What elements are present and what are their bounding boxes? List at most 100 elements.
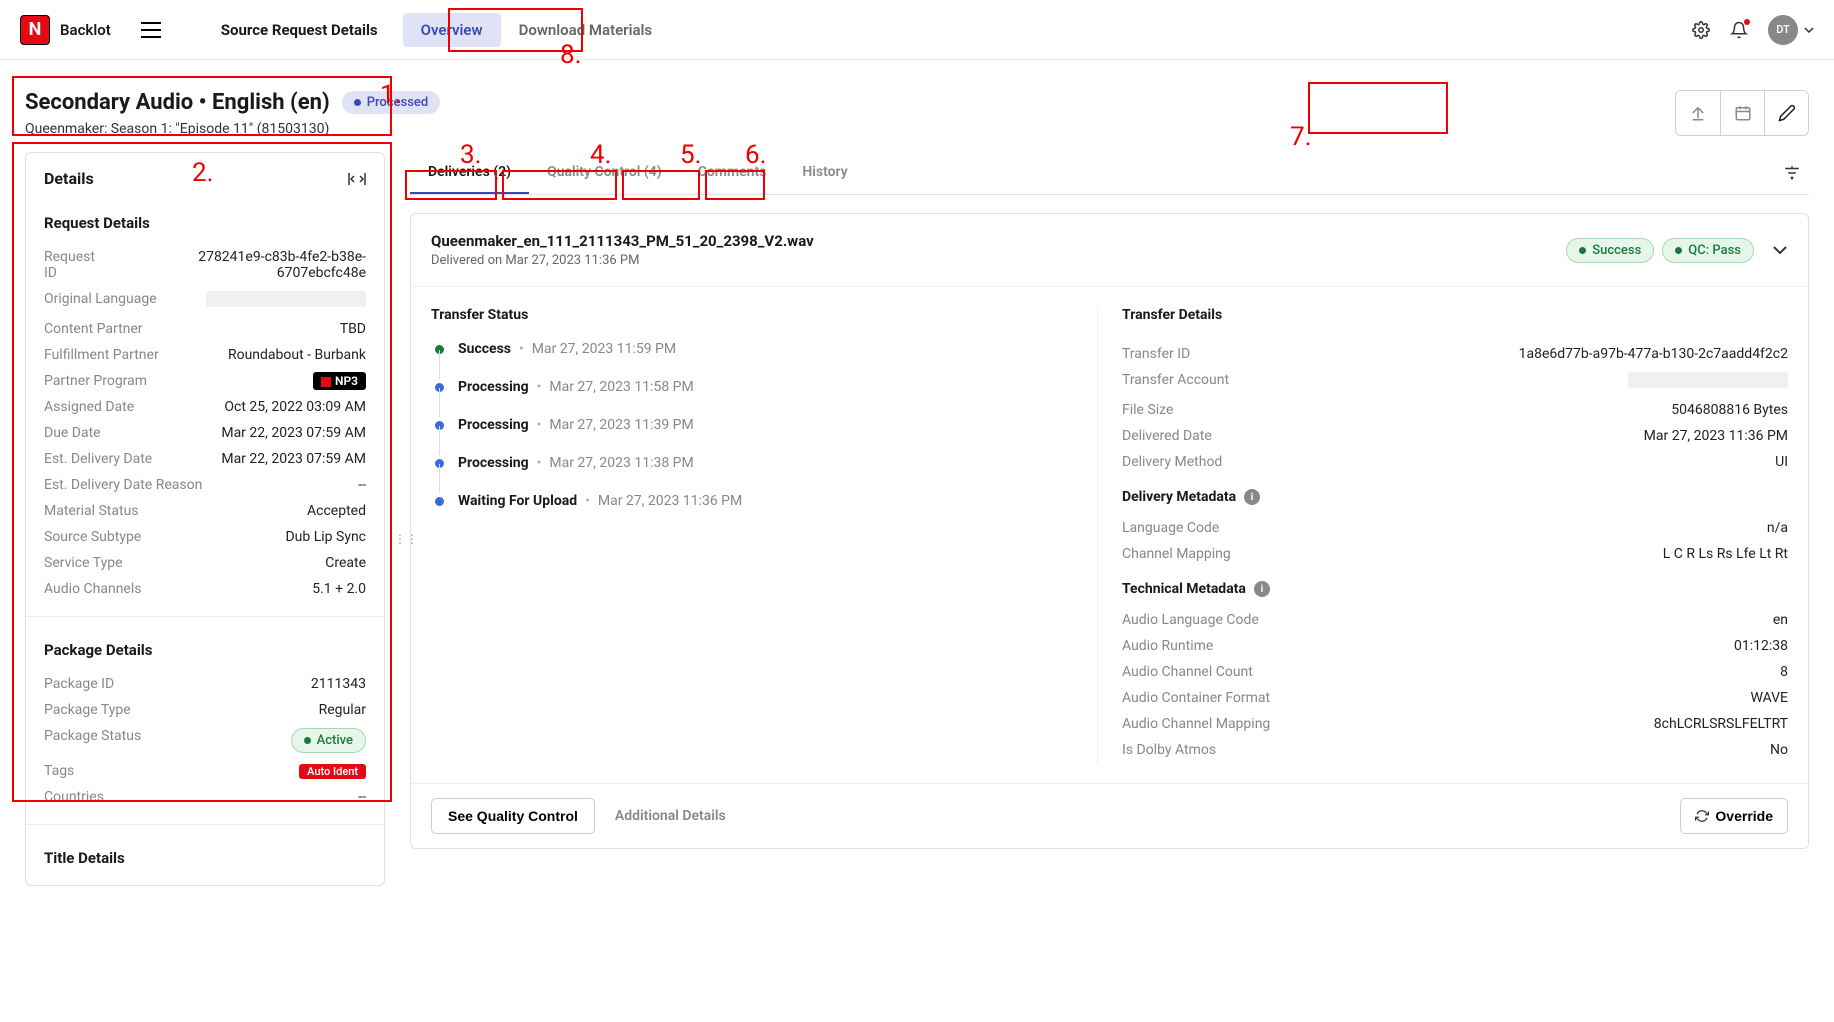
status-label: Success <box>1592 243 1641 258</box>
page-subtitle: Queenmaker: Season 1: "Episode 11" (8150… <box>25 121 440 137</box>
detail-label: Package Status <box>44 728 141 753</box>
content-area: ⋮⋮ Deliveries (2) Quality Control (4) Co… <box>410 152 1809 886</box>
detail-value: Auto Ident <box>299 763 366 779</box>
metadata-row: Audio Runtime 01:12:38 <box>1122 633 1788 659</box>
detail-row: Content PartnerTBD <box>26 316 384 342</box>
info-icon[interactable]: i <box>1244 489 1260 505</box>
delivery-metadata-heading: Delivery Metadata i <box>1122 489 1788 505</box>
metadata-value: WAVE <box>1750 690 1788 706</box>
detail-row: Fulfillment Partner Roundabout - Burbank <box>26 342 384 368</box>
detail-label: Source Subtype <box>44 529 141 545</box>
metadata-row: Audio Channel Count 8 <box>1122 659 1788 685</box>
timeline-date: Mar 27, 2023 11:58 PM <box>549 379 693 395</box>
detail-label: Fulfillment Partner <box>44 347 159 363</box>
detail-row: Request ID278241e9-c83b-4fe2-b38e-6707eb… <box>26 244 384 286</box>
user-menu[interactable]: DT <box>1768 15 1814 45</box>
detail-value: Active <box>291 728 366 753</box>
metadata-row: Audio Channel Mapping 8chLCRLSRSLFELTRT <box>1122 711 1788 737</box>
timeline-date: Mar 27, 2023 11:59 PM <box>532 341 676 357</box>
redacted-value <box>1628 372 1788 388</box>
delivery-delivered-on: Delivered on Mar 27, 2023 11:36 PM <box>431 253 1566 268</box>
metadata-label: Delivered Date <box>1122 428 1212 444</box>
metadata-row: Transfer ID1a8e6d77b-a97b-477a-b130-2c7a… <box>1122 341 1788 367</box>
metadata-value: 8 <box>1780 664 1788 680</box>
transfer-details-heading: Transfer Details <box>1122 307 1788 323</box>
detail-row: Due Date Mar 22, 2023 07:59 AM <box>26 420 384 446</box>
detail-label: Countries <box>44 789 104 805</box>
refresh-icon <box>1695 809 1709 823</box>
tab-deliveries[interactable]: Deliveries (2) <box>410 152 529 194</box>
see-qc-button[interactable]: See Quality Control <box>431 798 595 834</box>
menu-icon[interactable] <box>141 22 161 38</box>
delivery-header: Queenmaker_en_111_2111343_PM_51_20_2398_… <box>411 214 1808 287</box>
metadata-value: 01:12:38 <box>1734 638 1788 654</box>
tab-download-materials[interactable]: Download Materials <box>501 13 671 47</box>
detail-value: Regular <box>319 702 366 718</box>
detail-value: Mar 22, 2023 07:59 AM <box>221 425 366 441</box>
metadata-label: Audio Channel Count <box>1122 664 1253 680</box>
override-button[interactable]: Override <box>1680 798 1788 834</box>
calendar-button[interactable] <box>1720 91 1764 135</box>
package-details-heading: Package Details <box>26 631 384 671</box>
metadata-row: Is Dolby AtmosNo <box>1122 737 1788 763</box>
tab-history[interactable]: History <box>784 152 865 194</box>
metadata-label: Audio Runtime <box>1122 638 1213 654</box>
metadata-value: No <box>1770 742 1788 758</box>
timeline-status: Processing <box>458 379 529 395</box>
gear-icon[interactable] <box>1692 21 1710 39</box>
status-label: Processed <box>367 95 429 110</box>
detail-value: -- <box>358 477 366 493</box>
status-label: QC: Pass <box>1688 243 1741 258</box>
upload-button[interactable] <box>1676 91 1720 135</box>
timeline-item: Processing•Mar 27, 2023 11:39 PM <box>435 417 1097 433</box>
expand-icon[interactable] <box>1772 245 1788 255</box>
detail-row: Countries-- <box>26 784 384 810</box>
status-badge-active: Active <box>291 728 366 753</box>
bell-icon[interactable] <box>1730 21 1748 39</box>
detail-row: Source SubtypeDub Lip Sync <box>26 524 384 550</box>
edit-button[interactable] <box>1764 91 1808 135</box>
status-dot <box>1675 247 1682 254</box>
detail-value: Accepted <box>307 503 366 519</box>
status-badge-success: Success <box>1566 238 1654 263</box>
detail-row: Package ID2111343 <box>26 671 384 697</box>
metadata-label: Audio Channel Mapping <box>1122 716 1270 732</box>
detail-label: Audio Channels <box>44 581 142 597</box>
detail-label: Request ID <box>44 249 111 281</box>
detail-value: Roundabout - Burbank <box>228 347 366 363</box>
timeline-status: Success <box>458 341 511 357</box>
status-dot <box>354 99 361 106</box>
title-details-heading: Title Details <box>26 839 384 885</box>
collapse-icon[interactable] <box>348 172 366 186</box>
main: Details Request Details Request ID278241… <box>0 152 1834 906</box>
header-title: Source Request Details <box>221 21 378 39</box>
timeline-item: Waiting For Upload•Mar 27, 2023 11:36 PM <box>435 493 1097 509</box>
metadata-value <box>1628 372 1788 392</box>
details-card: Details Request Details Request ID278241… <box>25 152 385 886</box>
filter-icon[interactable] <box>1775 156 1809 190</box>
detail-value: 2111343 <box>311 676 366 692</box>
tab-comments[interactable]: Comments <box>680 152 785 194</box>
timeline: Success•Mar 27, 2023 11:59 PMProcessing•… <box>431 341 1097 509</box>
metadata-row: Audio Container Format WAVE <box>1122 685 1788 711</box>
detail-label: Due Date <box>44 425 101 441</box>
delivery-body: Transfer Status Success•Mar 27, 2023 11:… <box>411 287 1808 783</box>
metadata-value: 5046808816 Bytes <box>1671 402 1788 418</box>
status-label: Active <box>317 733 353 748</box>
info-icon[interactable]: i <box>1254 581 1270 597</box>
metadata-value: 8chLCRLSRSLFELTRT <box>1654 716 1788 732</box>
metadata-value: Mar 27, 2023 11:36 PM <box>1644 428 1788 444</box>
tab-quality-control[interactable]: Quality Control (4) <box>529 152 680 194</box>
drag-handle-icon[interactable]: ⋮⋮ <box>394 532 418 546</box>
detail-label: Service Type <box>44 555 123 571</box>
detail-value: NP3 <box>313 373 366 389</box>
metadata-label: Channel Mapping <box>1122 546 1231 562</box>
metadata-value: 1a8e6d77b-a97b-477a-b130-2c7aadd4f2c2 <box>1519 346 1788 362</box>
detail-value: TBD <box>340 321 366 337</box>
status-dot <box>1579 247 1586 254</box>
details-header: Details <box>26 153 384 204</box>
tab-overview[interactable]: Overview <box>403 13 501 47</box>
metadata-label: Audio Container Format <box>1122 690 1270 706</box>
detail-row: Service TypeCreate <box>26 550 384 576</box>
additional-details-link[interactable]: Additional Details <box>615 808 726 824</box>
